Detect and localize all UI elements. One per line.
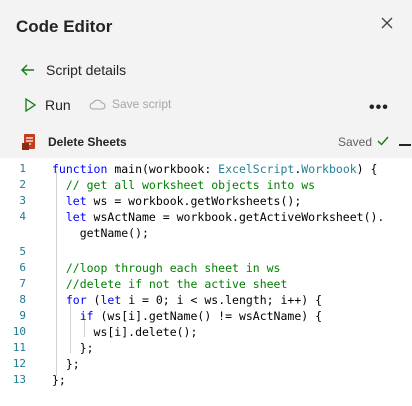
line-number: 7 xyxy=(19,277,26,290)
code-token: // get all worksheet objects into ws xyxy=(52,178,316,192)
code-token: ws = workbook.getWorksheets(); xyxy=(86,194,302,208)
save-script-button[interactable]: Save script xyxy=(88,97,171,111)
code-text: //loop through each sheet in ws xyxy=(52,260,281,276)
line-number: 8 xyxy=(19,293,26,306)
code-token: //delete if not the active sheet xyxy=(52,277,288,291)
code-token: }; xyxy=(52,373,66,387)
script-name: Delete Sheets xyxy=(48,135,127,149)
code-line[interactable]: 8 for (let i = 0; i < ws.length; i++) { xyxy=(0,292,412,308)
code-token: ) { xyxy=(356,162,378,176)
code-token: i = 0; i < ws.length; i++) { xyxy=(121,293,323,307)
overview-ruler-marker xyxy=(399,144,411,146)
code-token: (ws[i].getName() != wsActName) { xyxy=(93,309,323,323)
arrow-left-icon xyxy=(21,64,34,76)
code-token: ExcelScript xyxy=(218,162,295,176)
run-button[interactable]: Run xyxy=(24,97,71,113)
code-text: }; xyxy=(52,372,66,388)
more-options-button[interactable]: ••• xyxy=(369,99,389,117)
line-number: 9 xyxy=(19,309,26,322)
code-line[interactable]: getName(); xyxy=(0,225,412,241)
save-label: Save script xyxy=(112,97,172,111)
code-text: for (let i = 0; i < ws.length; i++) { xyxy=(52,292,322,308)
script-file-icon xyxy=(22,134,35,150)
code-text: if (ws[i].getName() != wsActName) { xyxy=(52,308,322,324)
line-number: 5 xyxy=(19,245,26,258)
code-token: let xyxy=(52,194,87,208)
line-number: 12 xyxy=(12,357,26,370)
toolbar: Run Save script ••• xyxy=(24,97,394,117)
code-text: // get all worksheet objects into ws xyxy=(52,177,315,193)
code-text: let wsActName = workbook.getActiveWorksh… xyxy=(52,209,385,225)
checkmark-icon xyxy=(377,136,389,146)
code-token: getName(); xyxy=(52,226,149,240)
code-token: let xyxy=(52,210,87,224)
line-number: 1 xyxy=(19,162,26,175)
code-token: }; xyxy=(52,341,94,355)
code-token: function xyxy=(52,162,108,176)
code-line[interactable]: 5 xyxy=(0,244,412,260)
run-label: Run xyxy=(45,97,71,113)
code-line[interactable]: 11 }; xyxy=(0,340,412,356)
code-token: ws[i].delete(); xyxy=(52,325,198,339)
code-line[interactable]: 6 //loop through each sheet in ws xyxy=(0,260,412,276)
code-line[interactable]: 4 let wsActName = workbook.getActiveWork… xyxy=(0,209,412,225)
code-text: ws[i].delete(); xyxy=(52,324,198,340)
code-token: if xyxy=(52,309,94,323)
line-number: 13 xyxy=(12,373,26,386)
code-line[interactable]: 2 // get all worksheet objects into ws xyxy=(0,177,412,193)
code-token: let xyxy=(100,293,122,307)
line-number: 10 xyxy=(12,325,26,338)
editor-header: Code Editor Script details Run Save scri… xyxy=(0,0,412,158)
saved-status: Saved xyxy=(338,135,373,149)
code-line[interactable]: 3 let ws = workbook.getWorksheets(); xyxy=(0,193,412,209)
code-line[interactable]: 13}; xyxy=(0,372,412,388)
line-number: 11 xyxy=(12,341,26,354)
code-token: //loop through each sheet in ws xyxy=(52,261,281,275)
back-to-script-details[interactable]: Script details xyxy=(20,60,126,80)
back-label: Script details xyxy=(46,62,127,78)
code-line[interactable]: 10 ws[i].delete(); xyxy=(0,324,412,340)
code-text: let ws = workbook.getWorksheets(); xyxy=(52,193,301,209)
script-info-row: Delete Sheets Saved xyxy=(22,132,394,152)
code-text: }; xyxy=(52,356,80,372)
close-icon[interactable] xyxy=(380,16,394,30)
code-line[interactable]: 9 if (ws[i].getName() != wsActName) { xyxy=(0,308,412,324)
code-token: for xyxy=(52,293,87,307)
code-text: }; xyxy=(52,340,94,356)
code-text: getName(); xyxy=(52,225,149,241)
play-icon xyxy=(25,97,37,113)
cloud-save-icon xyxy=(89,99,106,110)
code-token: Workbook xyxy=(301,162,357,176)
line-number: 4 xyxy=(19,210,26,223)
pane-title: Code Editor xyxy=(16,17,113,36)
code-token: }; xyxy=(52,357,80,371)
line-number: 6 xyxy=(19,261,26,274)
code-editor[interactable]: 1 function main(workbook: ExcelScript.Wor… xyxy=(0,158,412,406)
code-token: ( xyxy=(86,293,101,307)
code-token: wsActName = workbook.getActiveWorksheet(… xyxy=(86,210,385,224)
line-number: 3 xyxy=(19,194,26,207)
code-editor-pane: Code Editor Script details Run Save scri… xyxy=(0,0,412,406)
line-number: 2 xyxy=(19,178,26,191)
code-text: //delete if not the active sheet xyxy=(52,276,288,292)
code-line[interactable]: 7 //delete if not the active sheet xyxy=(0,276,412,292)
code-line[interactable]: 1 function main(workbook: ExcelScript.Wor… xyxy=(0,161,412,177)
code-token: main(workbook: xyxy=(107,162,219,176)
code-text: function main(workbook: ExcelScript.Work… xyxy=(52,161,377,177)
code-line[interactable]: 12 }; xyxy=(0,356,412,372)
